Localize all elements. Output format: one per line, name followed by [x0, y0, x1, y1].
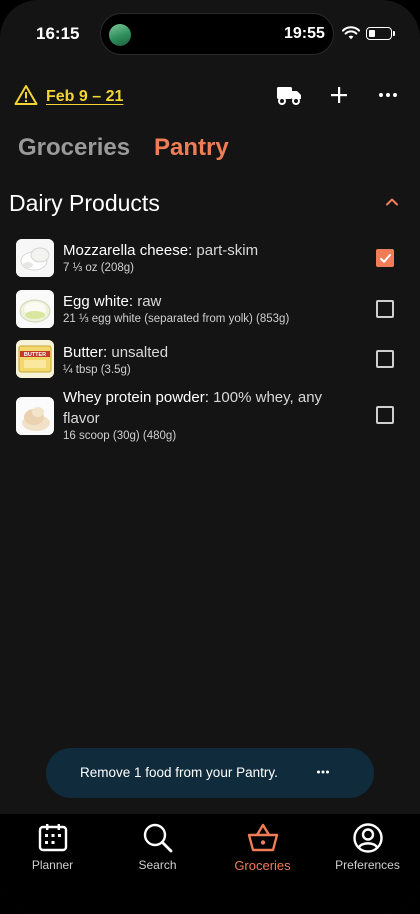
island-time: 19:55	[284, 25, 325, 42]
date-range-link[interactable]: Feb 9 – 21	[46, 88, 123, 106]
item-name: Egg white: raw	[63, 293, 162, 310]
status-bar: 16:15 19:55	[0, 0, 420, 68]
item-name: Whey protein powder: 100% whey, any flav…	[63, 389, 323, 427]
item-checkbox[interactable]	[376, 249, 394, 267]
status-time: 16:15	[36, 24, 80, 43]
nav-label: Planner	[31, 858, 74, 872]
nav-preferences[interactable]: Preferences	[315, 822, 420, 872]
item-quantity: 16 scoop (30g) (480g)	[63, 430, 177, 442]
user-circle-icon	[352, 823, 383, 853]
snackbar-more-icon[interactable]	[316, 765, 330, 779]
bottom-navigation: Planner Search Groceries Preferences	[0, 814, 420, 914]
tab-pantry[interactable]: Pantry	[154, 134, 229, 162]
calendar-icon	[38, 824, 67, 852]
list-item[interactable]: Mozzarella cheese: part-skim 7 ⅓ oz (208…	[16, 238, 396, 282]
item-quantity: 21 ⅓ egg white (separated from yolk) (85…	[63, 313, 290, 325]
app-activity-icon	[109, 24, 131, 46]
item-checkbox[interactable]	[376, 300, 394, 318]
item-checkbox[interactable]	[376, 406, 394, 424]
delivery-truck-icon[interactable]	[276, 84, 302, 106]
list-item[interactable]: BUTTER Butter: unsalted ¼ tbsp (3.5g)	[16, 340, 396, 384]
egg-white-icon	[16, 290, 54, 328]
item-name: Butter: unsalted	[63, 344, 169, 361]
more-options-icon[interactable]	[377, 84, 399, 106]
section-title: Dairy Products	[9, 190, 160, 216]
wifi-icon	[342, 26, 360, 40]
nav-groceries[interactable]: Groceries	[210, 822, 315, 873]
butter-icon: BUTTER	[16, 340, 54, 378]
top-toolbar: Feb 9 – 21	[0, 80, 420, 114]
nav-planner[interactable]: Planner	[0, 822, 105, 872]
item-quantity: 7 ⅓ oz (208g)	[63, 262, 134, 274]
nav-label: Preferences	[335, 858, 400, 872]
mozzarella-icon	[16, 239, 54, 277]
butter-label: BUTTER	[24, 352, 46, 358]
warning-icon	[14, 85, 38, 105]
chevron-up-icon[interactable]	[384, 196, 400, 208]
nav-search[interactable]: Search	[105, 822, 210, 872]
battery-icon	[366, 27, 395, 40]
snackbar-message: Remove 1 food from your Pantry.	[80, 765, 278, 780]
list-item[interactable]: Egg white: raw 21 ⅓ egg white (separated…	[16, 289, 396, 333]
item-checkbox[interactable]	[376, 350, 394, 368]
basket-icon	[247, 823, 278, 852]
item-name: Mozzarella cheese: part-skim	[63, 242, 259, 259]
list-item[interactable]: Whey protein powder: 100% whey, any flav…	[16, 387, 396, 447]
app-screen: 16:15 19:55 Feb 9 – 21 Groceries Pantry …	[0, 0, 420, 914]
nav-label: Search	[138, 858, 177, 872]
whey-powder-icon	[16, 397, 54, 435]
item-quantity: ¼ tbsp (3.5g)	[63, 364, 131, 376]
tab-groceries[interactable]: Groceries	[18, 134, 130, 162]
search-icon	[143, 823, 172, 853]
add-icon[interactable]	[328, 84, 350, 106]
dynamic-island: 19:55	[100, 13, 334, 55]
nav-label: Groceries	[234, 858, 291, 873]
section-header: Dairy Products	[9, 190, 402, 220]
snackbar: Remove 1 food from your Pantry.	[46, 748, 374, 798]
